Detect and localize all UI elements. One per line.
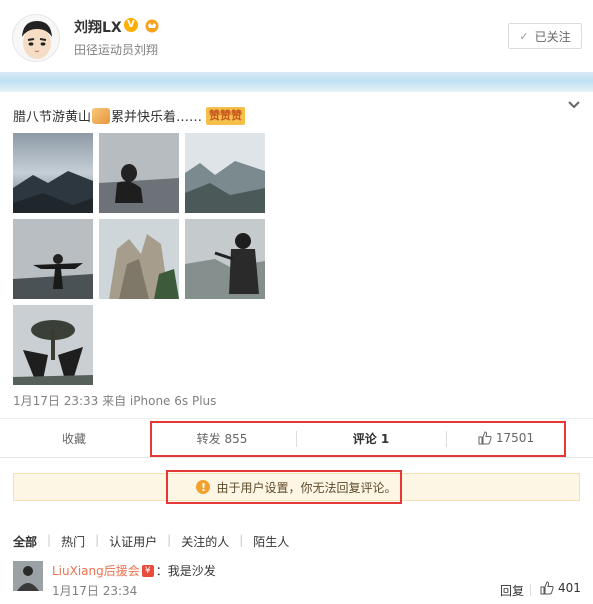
photo-5[interactable] <box>99 219 179 299</box>
post-text-before: 腊八节游黄山 <box>13 110 92 125</box>
avatar[interactable] <box>12 14 60 62</box>
weibo-post-page: 刘翔LX V 田径运动员刘翔 ✓ 已关注 腊八节游黄山 累并快乐着…… 赞赞赞 <box>0 0 593 604</box>
follow-button[interactable]: ✓ 已关注 <box>508 23 582 49</box>
profile-header: 刘翔LX V 田径运动员刘翔 ✓ 已关注 <box>0 0 593 72</box>
zan-emoticon: 赞赞赞 <box>206 106 246 125</box>
tab-hot[interactable]: 热门 <box>61 533 95 550</box>
photo-4[interactable] <box>13 219 93 299</box>
comment-avatar[interactable] <box>13 561 43 591</box>
tab-following[interactable]: 关注的人 <box>181 533 239 550</box>
comment-filter-tabs: 全部 | 热门 | 认证用户 | 关注的人 | 陌生人 <box>13 533 299 550</box>
warning-icon: ! <box>196 480 211 494</box>
comment-user[interactable]: LiuXiang后援会 <box>52 562 140 579</box>
post-text-after: 累并快乐着…… <box>111 110 203 125</box>
check-icon: ✓ <box>519 29 529 43</box>
comment-text: ：我是沙发 <box>155 564 216 578</box>
like-count: 17501 <box>495 431 535 445</box>
separator: | <box>167 533 172 547</box>
fan-club-badge-icon: ¥ <box>141 564 154 577</box>
separator: | <box>239 533 244 547</box>
collect-button[interactable]: 收藏 <box>0 419 148 457</box>
separator: | <box>47 533 52 547</box>
reply-button[interactable]: 回复 <box>500 582 524 599</box>
comment-like-count: 401 <box>558 581 581 595</box>
thumbs-up-icon <box>540 581 554 595</box>
tab-verified[interactable]: 认证用户 <box>109 533 167 550</box>
action-bar: 收藏 转发 855 评论 1 17501 <box>0 418 593 458</box>
tab-strangers[interactable]: 陌生人 <box>253 533 299 550</box>
collect-label: 收藏 <box>61 431 86 446</box>
repost-label: 转发 855 <box>196 431 248 446</box>
comment-like-button[interactable]: 401 <box>540 581 581 595</box>
divider <box>530 584 531 596</box>
verified-badge-icon: V <box>124 18 138 32</box>
post-meta: 1月17日 23:33 来自 iPhone 6s Plus <box>13 394 217 408</box>
avatar-cartoon-face <box>13 15 59 61</box>
comment-time: 1月17日 23:34 <box>52 584 138 598</box>
expand-chevron-icon[interactable] <box>567 100 581 110</box>
user-name[interactable]: 刘翔LX <box>74 17 122 37</box>
photo-3[interactable] <box>185 133 265 213</box>
comments-section: 全部 | 热门 | 认证用户 | 关注的人 | 陌生人 LiuXiang后援会 … <box>0 520 593 604</box>
post-card: 腊八节游黄山 累并快乐着…… 赞赞赞 1月17日 23:33 来自 iPhone… <box>0 92 593 418</box>
notice-section: ! 由于用户设置，你无法回复评论。 <box>0 458 593 520</box>
photo-7[interactable] <box>13 305 93 385</box>
cannot-reply-notice: ! 由于用户设置，你无法回复评论。 <box>13 473 580 501</box>
vip-crown-icon <box>145 19 159 33</box>
like-button[interactable]: 17501 <box>446 419 566 457</box>
comment-item: LiuXiang后援会 ¥ ：我是沙发 <box>52 562 216 579</box>
comment-label: 评论 1 <box>352 431 390 446</box>
tab-all[interactable]: 全部 <box>13 533 47 550</box>
header-banner-strip <box>0 72 593 92</box>
notice-text: 由于用户设置，你无法回复评论。 <box>216 480 397 495</box>
photo-6[interactable] <box>185 219 265 299</box>
post-text: 腊八节游黄山 累并快乐着…… 赞赞赞 <box>13 106 246 125</box>
flexed-bicep-icon <box>92 107 111 124</box>
separator: | <box>95 533 100 547</box>
thumbs-up-icon <box>478 431 492 445</box>
comment-button[interactable]: 评论 1 <box>296 419 446 457</box>
photo-1[interactable] <box>13 133 93 213</box>
repost-button[interactable]: 转发 855 <box>148 419 296 457</box>
user-description: 田径运动员刘翔 <box>74 43 159 57</box>
photo-2[interactable] <box>99 133 179 213</box>
follow-button-label: 已关注 <box>534 29 571 44</box>
